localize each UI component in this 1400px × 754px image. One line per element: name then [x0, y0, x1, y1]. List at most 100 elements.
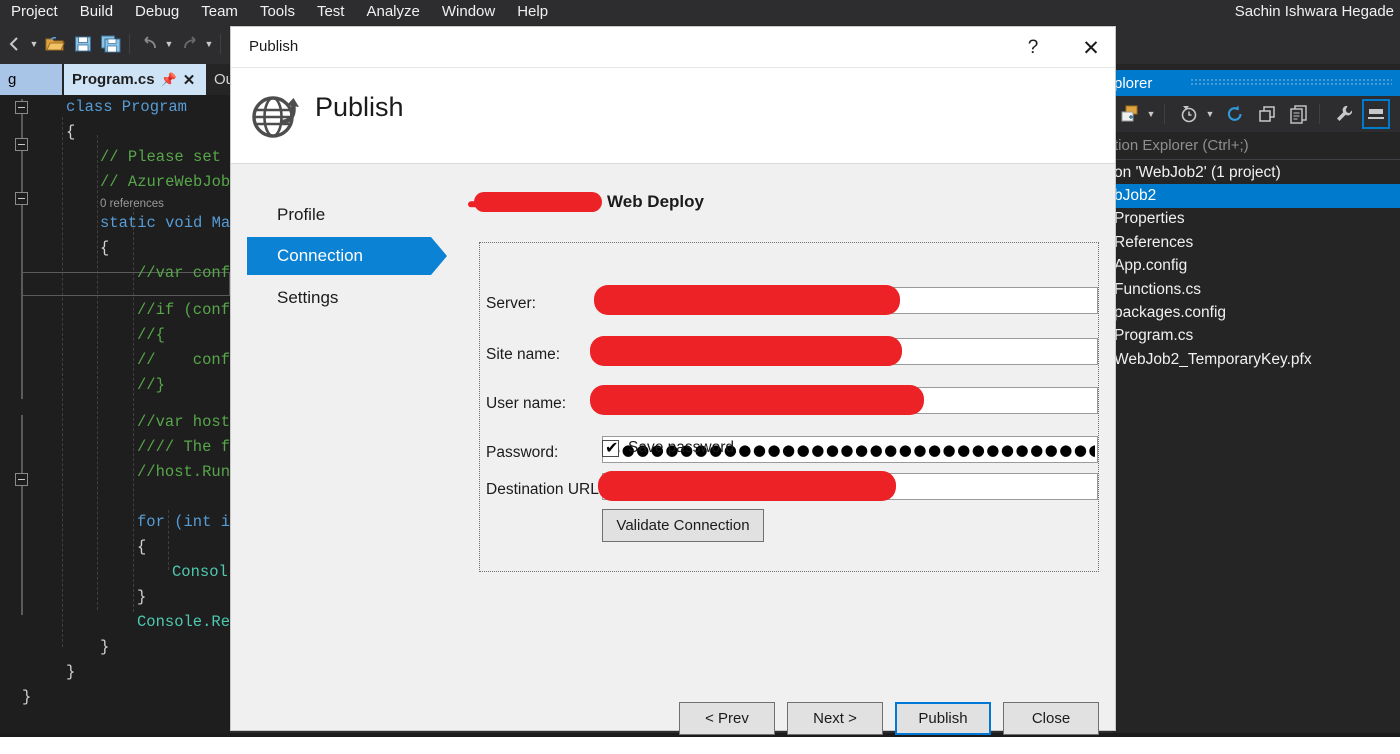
- toolbar-separator: [129, 34, 130, 54]
- menu-item-analyze[interactable]: Analyze: [355, 0, 430, 24]
- tree-node-references[interactable]: References: [1112, 231, 1400, 254]
- publish-dialog: Publish ? ✕ Publish Profile Connection S…: [230, 26, 1116, 735]
- publish-button[interactable]: Publish: [895, 702, 991, 735]
- save-icon[interactable]: [70, 30, 96, 58]
- pending-changes-icon[interactable]: [1175, 99, 1203, 129]
- preview-selected-items-icon[interactable]: [1362, 99, 1390, 129]
- code-line: for (int i: [137, 513, 230, 531]
- tree-node-solution[interactable]: on 'WebJob2' (1 project): [1112, 161, 1400, 184]
- menu-item-window[interactable]: Window: [431, 0, 506, 24]
- pane-title: Web Deploy: [479, 192, 704, 212]
- solution-explorer-search-input[interactable]: tion Explorer (Ctrl+;): [1112, 132, 1400, 160]
- redo-icon[interactable]: [177, 30, 203, 58]
- solution-explorer-title: plorer: [1114, 74, 1153, 92]
- dialog-body: Profile Connection Settings Web Deploy S…: [231, 164, 1115, 735]
- tree-node-label: on 'WebJob2' (1 project): [1114, 163, 1281, 181]
- password-label: Password:: [486, 444, 559, 461]
- tree-node-properties[interactable]: Properties: [1112, 208, 1400, 231]
- redo-dropdown-icon[interactable]: ▼: [203, 30, 215, 58]
- undo-dropdown-icon[interactable]: ▼: [163, 30, 175, 58]
- tab-partial-left[interactable]: g: [0, 64, 62, 95]
- tree-node-program-cs[interactable]: Program.cs: [1112, 325, 1400, 348]
- undo-icon[interactable]: [137, 30, 163, 58]
- close-button[interactable]: Close: [1003, 702, 1099, 735]
- menu-item-help[interactable]: Help: [506, 0, 559, 24]
- tree-node-temporary-key-pfx[interactable]: WebJob2_TemporaryKey.pfx: [1112, 348, 1400, 371]
- tree-node-packages-config[interactable]: packages.config: [1112, 301, 1400, 324]
- properties-wrench-icon[interactable]: [1330, 99, 1358, 129]
- menu-item-project[interactable]: Project: [0, 0, 69, 24]
- help-icon[interactable]: ?: [1011, 33, 1055, 63]
- pending-changes-dropdown-icon[interactable]: ▼: [1203, 99, 1217, 129]
- tree-node-label: Properties: [1114, 210, 1185, 228]
- close-icon[interactable]: ✕: [183, 71, 196, 89]
- next-button[interactable]: Next >: [787, 702, 883, 735]
- tree-node-label: WebJob2_TemporaryKey.pfx: [1114, 350, 1312, 368]
- dialog-nav: Profile Connection Settings: [231, 164, 447, 584]
- menu-item-team[interactable]: Team: [190, 0, 249, 24]
- tree-node-label: Program.cs: [1114, 327, 1194, 345]
- save-all-icon[interactable]: [98, 30, 124, 58]
- redaction-server-value: [594, 285, 900, 315]
- refresh-icon[interactable]: [1221, 99, 1249, 129]
- code-line: {: [137, 538, 147, 556]
- user-name-label: User name:: [486, 395, 567, 412]
- pane-title-label: Web Deploy: [607, 192, 704, 211]
- open-file-icon[interactable]: [42, 30, 68, 58]
- solution-explorer-panel: plorer ▼ ▼ tion Explorer (Ctrl+;) on 'We…: [1112, 70, 1400, 737]
- redaction-destination-url-value: [598, 471, 896, 501]
- nav-item-profile[interactable]: Profile: [247, 196, 431, 234]
- checkmark-icon: ✔: [605, 437, 619, 457]
- menu-item-tools[interactable]: Tools: [249, 0, 306, 24]
- toolbar-separator-2: [220, 34, 221, 54]
- code-lens[interactable]: 0 references: [100, 198, 164, 210]
- tree-node-webjob2[interactable]: bJob2: [1112, 184, 1400, 208]
- code-line: {: [100, 239, 110, 257]
- menu-item-test[interactable]: Test: [306, 0, 356, 24]
- menu-item-build[interactable]: Build: [69, 0, 124, 24]
- code-line: Consol: [172, 563, 228, 581]
- tree-node-app-config[interactable]: App.config: [1112, 255, 1400, 278]
- dialog-footer: < Prev Next > Publish Close: [231, 690, 1115, 754]
- code-line: class Program: [66, 98, 187, 116]
- prev-button[interactable]: < Prev: [679, 702, 775, 735]
- solution-explorer-toolbar: ▼ ▼: [1112, 96, 1400, 132]
- tree-node-functions-cs[interactable]: Functions.cs: [1112, 278, 1400, 301]
- account-name[interactable]: Sachin Ishwara Hegade: [1235, 0, 1394, 24]
- save-password-row[interactable]: ✔ Save password: [602, 439, 734, 457]
- code-editor[interactable]: class Program { // Please set // AzureWe…: [0, 95, 230, 737]
- site-name-label: Site name:: [486, 346, 561, 363]
- tab-program-cs-label: Program.cs: [72, 71, 155, 88]
- new-project-icon[interactable]: [1116, 99, 1144, 129]
- nav-item-connection[interactable]: Connection: [247, 237, 447, 275]
- new-project-dropdown-icon[interactable]: ▼: [1144, 99, 1158, 129]
- close-icon[interactable]: ✕: [1069, 33, 1113, 63]
- menu-bar: Project Build Debug Team Tools Test Anal…: [0, 0, 1400, 24]
- nav-item-label: Settings: [277, 288, 339, 307]
- save-password-label: Save password: [628, 439, 734, 456]
- save-password-checkbox[interactable]: ✔: [602, 437, 619, 457]
- dialog-title-bar[interactable]: Publish ? ✕: [231, 27, 1115, 68]
- tree-node-label: packages.config: [1114, 304, 1227, 322]
- tab-partial-label: g: [8, 71, 17, 88]
- nav-item-settings[interactable]: Settings: [247, 279, 431, 317]
- connection-pane: Web Deploy Server: Site name: User name:: [474, 164, 1101, 724]
- navigate-back-icon[interactable]: [2, 30, 28, 58]
- solution-tree: on 'WebJob2' (1 project) bJob2 Propertie…: [1112, 161, 1400, 737]
- tree-node-label: bJob2: [1114, 187, 1157, 205]
- pin-icon[interactable]: 📌: [161, 72, 177, 88]
- connection-group-box: Server: Site name: User name: Password: …: [479, 242, 1099, 572]
- menu-item-debug[interactable]: Debug: [124, 0, 190, 24]
- nav-item-label: Profile: [277, 205, 326, 224]
- panel-drag-handle[interactable]: [1190, 78, 1392, 86]
- navigate-back-dropdown-icon[interactable]: ▼: [28, 30, 40, 58]
- code-line: // conf: [137, 351, 230, 369]
- dialog-header: Publish: [231, 68, 1115, 164]
- tab-program-cs[interactable]: Program.cs 📌 ✕: [64, 64, 206, 95]
- validate-connection-button[interactable]: Validate Connection: [602, 509, 764, 542]
- dialog-header-title: Publish: [315, 92, 404, 122]
- collapse-all-icon[interactable]: [1253, 99, 1281, 129]
- code-line: {: [66, 123, 76, 141]
- show-all-files-icon[interactable]: [1285, 99, 1313, 129]
- tree-node-label: App.config: [1114, 257, 1188, 275]
